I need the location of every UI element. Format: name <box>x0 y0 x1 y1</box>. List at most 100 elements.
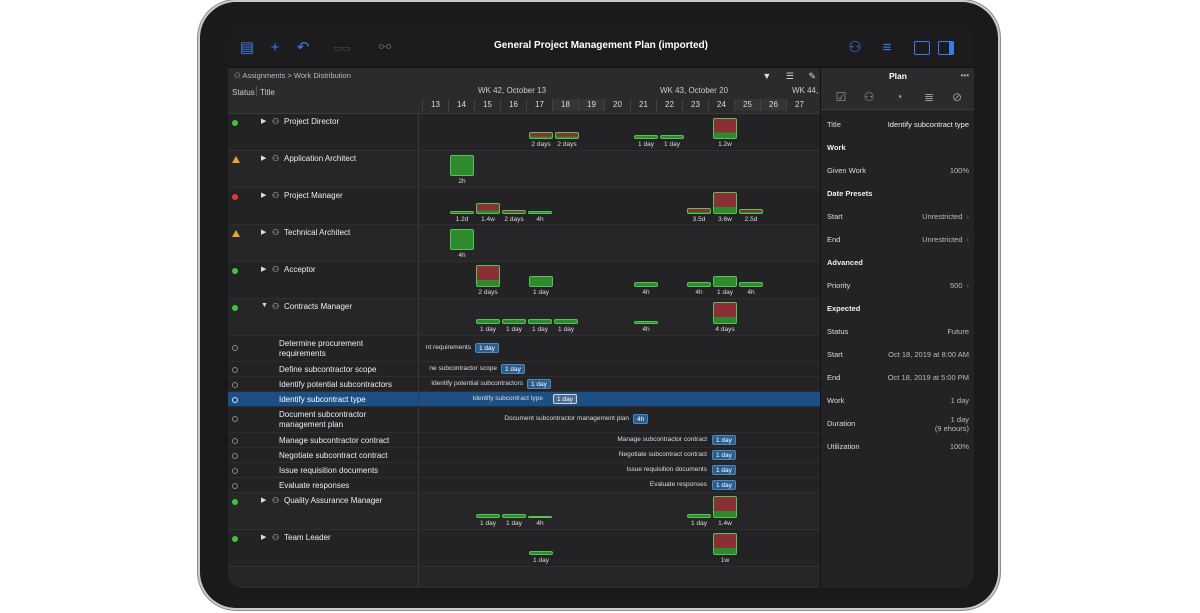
task-row-selected[interactable]: Identify subcontract type Identify subco… <box>228 392 820 407</box>
allocation-bar[interactable] <box>528 211 552 214</box>
disclosure-triangle-icon[interactable]: ▶ <box>261 154 266 162</box>
disclosure-triangle-icon[interactable]: ▶ <box>261 117 266 125</box>
allocation-bar[interactable] <box>528 319 552 324</box>
task-bar[interactable]: 1 day <box>712 435 736 445</box>
task-row[interactable]: Negotiate subcontract contract Negotiate… <box>228 448 820 463</box>
allocation-bar[interactable] <box>634 135 658 139</box>
task-row[interactable]: Define subcontractor scope ne subcontrac… <box>228 362 820 377</box>
allocation-bar[interactable] <box>529 551 553 555</box>
filter-icon[interactable]: ▼ <box>762 71 771 81</box>
allocation-bar[interactable] <box>450 211 474 214</box>
allocation-bar[interactable] <box>687 514 711 518</box>
breadcrumb-leaf[interactable]: Work Distribution <box>294 71 351 80</box>
status-column-header[interactable]: Status <box>232 88 255 97</box>
task-row[interactable]: Issue requisition documents Issue requis… <box>228 463 820 478</box>
allocation-bar[interactable] <box>739 209 763 214</box>
field-value-wrap[interactable]: Unrestricted › <box>922 235 969 244</box>
more-icon[interactable]: ••• <box>961 68 969 84</box>
breadcrumb-root[interactable]: Assignments <box>242 71 285 80</box>
allocation-bar[interactable] <box>660 135 684 139</box>
allocation-bar[interactable] <box>713 192 737 214</box>
allocation-bar[interactable] <box>476 514 500 518</box>
allocation-bar[interactable] <box>528 516 552 518</box>
title-column-header[interactable]: Title <box>260 88 275 97</box>
disclosure-triangle-icon[interactable]: ▶ <box>261 533 266 541</box>
allocation-bar[interactable] <box>687 282 711 287</box>
resource-row[interactable]: ▶ ⚇ Project Manager 1.2d 1.4w 2 days 4h … <box>228 188 820 225</box>
allocation-bar[interactable] <box>476 203 500 214</box>
resource-row[interactable]: ▶ ⚇ Application Architect 2h <box>228 151 820 188</box>
disclosure-triangle-icon[interactable]: ▶ <box>261 265 266 273</box>
allocation-bar[interactable] <box>713 118 737 139</box>
list-icon[interactable]: ≡ <box>878 39 896 57</box>
person-icon[interactable]: ⚇ <box>846 39 864 57</box>
allocation-bar[interactable] <box>450 155 474 176</box>
allocation-bar[interactable] <box>739 282 763 287</box>
task-gantt-label: Evaluate responses <box>649 481 707 488</box>
allocation-bar[interactable] <box>687 208 711 214</box>
section-header: Expected <box>827 304 861 313</box>
task-row[interactable]: Manage subcontractor contract Manage sub… <box>228 433 820 448</box>
resource-row[interactable]: ▶ ⚇ Technical Architect 4h <box>228 225 820 262</box>
task-row[interactable]: Identify potential subcontractors Identi… <box>228 377 820 392</box>
person-icon: ⚇ <box>272 191 280 200</box>
disclosure-triangle-expanded-icon[interactable]: ▼ <box>261 302 268 309</box>
allocation-bar[interactable] <box>476 265 500 287</box>
resource-row[interactable]: ▼ ⚇ Contracts Manager 1 day 1 day 1 day … <box>228 299 820 336</box>
task-bar[interactable]: 1 day <box>501 364 525 374</box>
wrench-icon[interactable]: ✎ <box>808 71 816 81</box>
disclosure-triangle-icon[interactable]: ▶ <box>261 191 266 199</box>
resource-row[interactable]: ▶ ⚇ Quality Assurance Manager 1 day 1 da… <box>228 493 820 530</box>
allocation-label: 1 day <box>558 326 574 333</box>
slash-icon[interactable]: ⊘ <box>949 89 965 105</box>
task-bar[interactable]: 1 day <box>712 480 736 490</box>
allocation-bar[interactable] <box>529 276 553 287</box>
progress-icon[interactable]: ◔ <box>891 89 907 105</box>
allocation-bar[interactable] <box>529 132 553 139</box>
task-bar[interactable]: 1 day <box>712 450 736 460</box>
allocation-bar[interactable] <box>554 319 578 324</box>
task-bar[interactable]: 1 day <box>527 379 551 389</box>
resource-row[interactable]: ▶ ⚇ Team Leader 1 day 1w <box>228 530 820 567</box>
field-value[interactable]: 100% <box>950 166 969 175</box>
allocation-bar[interactable] <box>555 132 579 139</box>
resource-row[interactable]: ▶ ⚇ Acceptor 2 days 1 day 4h 4h 1 day 4h <box>228 262 820 299</box>
field-value-wrap[interactable]: 500 › <box>950 281 969 290</box>
allocation-label: 1 day <box>532 326 548 333</box>
allocation-bar[interactable] <box>713 302 737 324</box>
allocation-bar[interactable] <box>502 319 526 324</box>
day-label: 18 <box>552 99 578 111</box>
allocation-bar[interactable] <box>502 514 526 518</box>
allocation-bar[interactable] <box>502 210 526 214</box>
field-value-wrap[interactable]: Unrestricted › <box>922 212 969 221</box>
lines-icon[interactable]: ≣ <box>921 89 937 105</box>
field-label: Start <box>827 350 843 359</box>
task-row[interactable]: Evaluate responses Evaluate responses 1 … <box>228 478 820 493</box>
checklist-icon[interactable]: ☑ <box>833 89 849 105</box>
task-bar[interactable]: 4h <box>633 414 649 424</box>
sidebar-left-icon[interactable] <box>914 41 930 55</box>
allocation-bar[interactable] <box>634 321 658 324</box>
allocation-bar[interactable] <box>476 319 500 324</box>
day-label: 26 <box>760 99 786 111</box>
field-subvalue: (9 ehours) <box>934 424 969 433</box>
disclosure-triangle-icon[interactable]: ▶ <box>261 228 266 236</box>
allocation-bar[interactable] <box>713 533 737 555</box>
task-row[interactable]: Document subcontractor management plan D… <box>228 407 820 433</box>
allocation-bar[interactable] <box>713 496 737 518</box>
task-bar[interactable]: 1 day <box>475 343 499 353</box>
field-label: Duration <box>827 419 856 428</box>
task-bar[interactable]: 1 day <box>553 394 577 404</box>
task-bar[interactable]: 1 day <box>712 465 736 475</box>
resource-row[interactable]: ▶ ⚇ Project Director 2 days 2 days 1 day… <box>228 114 820 151</box>
field-value: 1 day <box>950 396 969 405</box>
allocation-bar[interactable] <box>450 229 474 250</box>
field-value[interactable]: Identify subcontract type <box>888 120 969 129</box>
resource-icon[interactable]: ⚇ <box>861 89 877 105</box>
task-row[interactable]: Determine procurement requirements nt re… <box>228 336 820 362</box>
allocation-bar[interactable] <box>634 282 658 287</box>
disclosure-triangle-icon[interactable]: ▶ <box>261 496 266 504</box>
allocation-bar[interactable] <box>713 276 737 287</box>
sidebar-right-icon[interactable] <box>938 41 954 55</box>
sort-icon[interactable]: ☰ <box>786 71 794 81</box>
